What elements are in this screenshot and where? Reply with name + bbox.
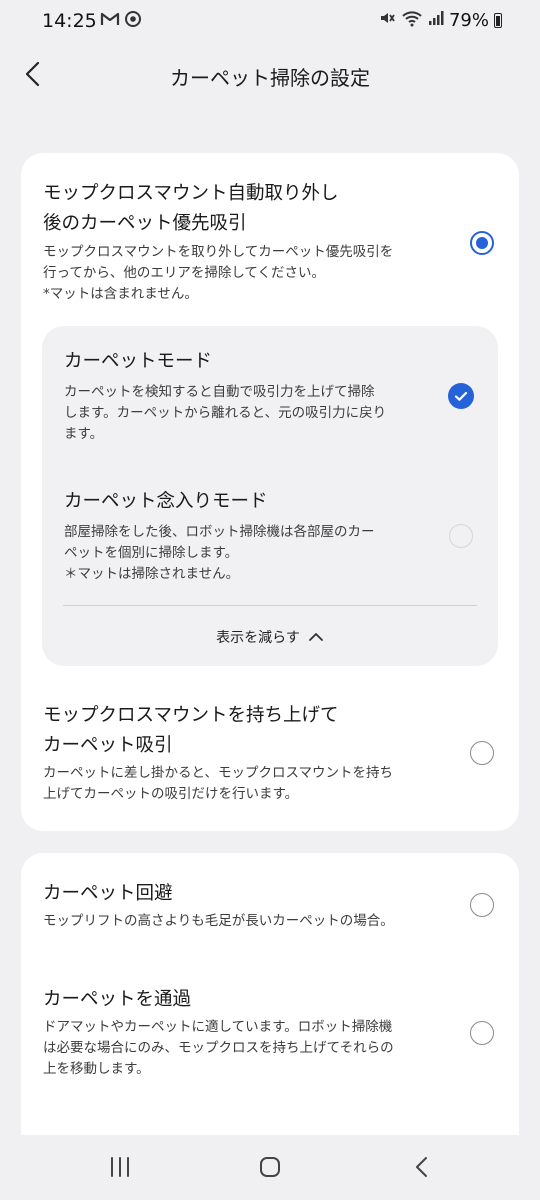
divider xyxy=(63,605,477,606)
mute-icon xyxy=(378,9,396,31)
battery-percent: 79% xyxy=(448,9,489,31)
option-title: モップクロスマウントを持ち上げて カーペット吸引 xyxy=(43,705,339,756)
page-title: カーペット掃除の設定 xyxy=(170,66,370,90)
mode-carpet-thorough[interactable]: カーペット念入りモード 部屋掃除をした後、ロボット掃除機は各部屋のカー ペットを… xyxy=(42,466,498,596)
home-button[interactable] xyxy=(252,1151,288,1183)
option-title: カーペットを通過 xyxy=(43,989,192,1010)
option-carpet-avoid[interactable]: カーペット回避 モップリフトの高さよりも毛足が長いカーペットの場合。 xyxy=(21,853,519,953)
radio-unselected[interactable] xyxy=(470,741,494,765)
recent-apps-button[interactable] xyxy=(102,1151,138,1183)
option-description: モップリフトの高さよりも毛足が長いカーペットの場合。 xyxy=(43,913,394,929)
battery-icon xyxy=(494,12,502,28)
recent-apps-icon xyxy=(111,1157,129,1177)
system-nav-bar xyxy=(0,1135,540,1200)
option-title: カーペット回避 xyxy=(43,883,173,904)
check-unselected[interactable] xyxy=(449,524,473,548)
mode-title: カーペット念入りモード xyxy=(64,491,268,512)
sync-icon xyxy=(124,10,142,32)
option-description: モップクロスマウントを取り外してカーペット優先吸引を 行ってから、他のエリアを掃… xyxy=(43,244,394,302)
mode-description: カーペットを検知すると自動で吸引力を上げて掃除 します。カーペットから離れると、… xyxy=(64,384,387,442)
option-mop-remove-carpet-priority[interactable]: モップクロスマウント自動取り外し 後のカーペット優先吸引 モップクロスマウントを… xyxy=(21,153,519,318)
back-icon xyxy=(416,1157,427,1177)
home-icon xyxy=(260,1157,280,1177)
status-time: 14:25 xyxy=(42,10,97,32)
show-less-button[interactable]: 表示を減らす xyxy=(42,622,498,652)
carpet-handling-card: カーペット回避 モップリフトの高さよりも毛足が長いカーペットの場合。 カーペット… xyxy=(21,853,519,1153)
gmail-icon xyxy=(100,11,120,31)
option-lift-mop-carpet-suction[interactable]: モップクロスマウントを持ち上げて カーペット吸引 カーペットに差し掛かると、モッ… xyxy=(21,693,519,823)
mode-title: カーペットモード xyxy=(64,351,213,372)
radio-selected[interactable] xyxy=(470,231,494,255)
carpet-options-card: モップクロスマウント自動取り外し 後のカーペット優先吸引 モップクロスマウントを… xyxy=(21,153,519,831)
show-less-label: 表示を減らす xyxy=(216,630,300,646)
mode-description: 部屋掃除をした後、ロボット掃除機は各部屋のカー ペットを個別に掃除します。 ＊マ… xyxy=(64,524,375,582)
wifi-icon xyxy=(401,9,423,31)
nav-back-button[interactable] xyxy=(404,1151,440,1183)
signal-icon xyxy=(428,10,444,30)
carpet-mode-subpanel: カーペットモード カーペットを検知すると自動で吸引力を上げて掃除 します。カーペ… xyxy=(42,326,498,666)
option-description: ドアマットやカーペットに適しています。ロボット掃除機 は必要な場合にのみ、モップ… xyxy=(43,1019,394,1077)
mode-carpet[interactable]: カーペットモード カーペットを検知すると自動で吸引力を上げて掃除 します。カーペ… xyxy=(42,326,498,456)
option-description: カーペットに差し掛かると、モップクロスマウントを持ち 上げてカーペットの吸引だけ… xyxy=(43,765,394,802)
option-title: モップクロスマウント自動取り外し 後のカーペット優先吸引 xyxy=(43,183,339,234)
option-carpet-pass[interactable]: カーペットを通過 ドアマットやカーペットに適しています。ロボット掃除機 は必要な… xyxy=(21,959,519,1099)
chevron-up-icon xyxy=(308,633,323,641)
checkmark-icon xyxy=(454,391,468,401)
app-header: カーペット掃除の設定 xyxy=(0,44,540,106)
radio-unselected[interactable] xyxy=(470,893,494,917)
radio-unselected[interactable] xyxy=(470,1021,494,1045)
status-bar: 14:25 79% xyxy=(0,0,540,44)
check-selected[interactable] xyxy=(448,383,474,409)
